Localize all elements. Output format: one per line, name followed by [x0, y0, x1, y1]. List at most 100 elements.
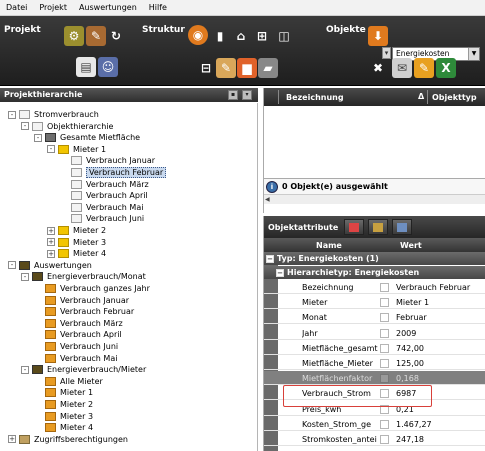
- document-icon[interactable]: ▤: [76, 57, 96, 77]
- tree-item[interactable]: - Gesamte Mietfläche: [34, 132, 140, 143]
- tree-item[interactable]: Verbrauch März: [34, 318, 123, 329]
- folder-gray-icon[interactable]: ▰: [258, 58, 278, 78]
- tree-item[interactable]: + Mieter 3: [47, 237, 106, 248]
- column-bezeichnung[interactable]: Bezeichnung: [286, 93, 344, 102]
- collapse-icon[interactable]: −: [276, 268, 284, 277]
- attribute-value[interactable]: Mieter 1: [396, 298, 429, 307]
- menu-hilfe[interactable]: Hilfe: [143, 3, 173, 12]
- attribute-checkbox[interactable]: [380, 404, 389, 414]
- collapse-icon[interactable]: -: [21, 365, 29, 374]
- tree-item[interactable]: - Mieter 1: [47, 144, 106, 155]
- tree-item[interactable]: Verbrauch Juni: [34, 341, 118, 352]
- chevron-down-icon[interactable]: ▼: [468, 48, 479, 60]
- attribute-value[interactable]: 2009: [396, 329, 416, 338]
- expand-icon[interactable]: +: [47, 226, 55, 235]
- tree-item[interactable]: Verbrauch Januar: [34, 295, 129, 306]
- tree-item[interactable]: - Objekthierarchie: [21, 121, 113, 132]
- tree-item[interactable]: Verbrauch Februar: [60, 167, 167, 178]
- scroll-left-icon[interactable]: ◀: [265, 196, 273, 204]
- tree-item[interactable]: + Mieter 4: [47, 248, 106, 259]
- tree-item[interactable]: Mieter 3: [34, 411, 93, 422]
- collapse-icon[interactable]: -: [8, 261, 16, 270]
- tree-item[interactable]: - Energieverbrauch/Mieter: [21, 364, 146, 375]
- attribute-row[interactable]: Kosten_Strom_ge 1.467,27: [264, 417, 485, 431]
- attribute-group-hierarchy[interactable]: − Hierarchietyp: Energiekosten: [264, 266, 485, 279]
- tree-item[interactable]: Verbrauch März: [60, 179, 149, 190]
- attribute-checkbox[interactable]: [380, 389, 389, 399]
- tree-item[interactable]: Verbrauch April: [60, 190, 148, 201]
- expand-icon[interactable]: +: [8, 435, 16, 444]
- attribute-value[interactable]: 0,21: [396, 405, 414, 414]
- tree-item[interactable]: Verbrauch Januar: [60, 155, 155, 166]
- menu-auswertungen[interactable]: Auswertungen: [73, 3, 143, 12]
- attribute-row[interactable]: Jahr 2009: [264, 326, 485, 340]
- tree-item[interactable]: Verbrauch April: [34, 329, 122, 340]
- pin-icon[interactable]: ▪: [228, 90, 238, 100]
- attribute-value[interactable]: Verbrauch Februar: [396, 283, 470, 292]
- collapse-icon[interactable]: -: [21, 272, 29, 281]
- excel-export-icon[interactable]: X: [436, 58, 456, 78]
- expand-icon[interactable]: +: [47, 249, 55, 258]
- attribute-row[interactable]: Mietfläche_Mieter 125,00: [264, 356, 485, 370]
- collapse-icon[interactable]: -: [21, 122, 29, 131]
- house-icon[interactable]: ⌂: [231, 26, 251, 46]
- new-project-gears-icon[interactable]: ⚙: [64, 26, 84, 46]
- attribute-row[interactable]: Bezeichnung Verbrauch Februar: [264, 280, 485, 294]
- column-name[interactable]: Name: [316, 241, 342, 250]
- bar-chart-icon[interactable]: ▮: [210, 26, 230, 46]
- close-icon[interactable]: ▾: [242, 90, 252, 100]
- open-project-icon[interactable]: ✎: [86, 26, 106, 46]
- attribute-checkbox[interactable]: [380, 283, 389, 292]
- column-objekttyp[interactable]: Objekttyp: [432, 93, 477, 102]
- tree-item[interactable]: Mieter 2: [34, 399, 93, 410]
- attribute-value[interactable]: 6987: [396, 389, 416, 398]
- attribute-checkbox[interactable]: [380, 298, 389, 308]
- collapse-icon[interactable]: -: [47, 145, 55, 154]
- attribute-row[interactable]: Stromkosten_antei 247,18: [264, 432, 485, 446]
- tree-item[interactable]: - Energieverbrauch/Monat: [21, 271, 146, 282]
- attribute-value[interactable]: 125,00: [396, 359, 424, 368]
- tree-item[interactable]: Verbrauch Juni: [60, 213, 144, 224]
- tree-item[interactable]: + Mieter 2: [47, 225, 106, 236]
- mail-icon[interactable]: ✉: [392, 58, 412, 78]
- collapse-icon[interactable]: -: [8, 110, 16, 119]
- import-object-icon[interactable]: ⬇: [368, 26, 388, 46]
- attr-edit-button[interactable]: [344, 219, 364, 235]
- tree-structure-icon[interactable]: ⊟: [196, 58, 216, 78]
- expand-icon[interactable]: +: [47, 238, 55, 247]
- attribute-row[interactable]: Mietfläche_gesamt 742,00: [264, 341, 485, 355]
- collapse-icon[interactable]: −: [266, 254, 274, 263]
- attribute-row[interactable]: Monat Februar: [264, 310, 485, 325]
- tree-item[interactable]: Verbrauch ganzes Jahr: [34, 283, 150, 294]
- attribute-checkbox[interactable]: [380, 374, 389, 384]
- attr-delete-button[interactable]: [368, 219, 388, 235]
- tree-item[interactable]: Verbrauch Februar: [34, 306, 134, 317]
- grid-globe-icon[interactable]: ⊞: [252, 26, 272, 46]
- box-icon[interactable]: ◫: [274, 26, 294, 46]
- attribute-checkbox[interactable]: [380, 419, 389, 429]
- attribute-row[interactable]: Mieter Mieter 1: [264, 295, 485, 310]
- collapse-icon[interactable]: -: [34, 133, 42, 142]
- attribute-group-type[interactable]: − Typ: Energiekosten (1): [264, 252, 485, 265]
- column-wert[interactable]: Wert: [400, 241, 422, 250]
- tree-item[interactable]: - Auswertungen: [8, 260, 92, 271]
- attribute-row[interactable]: Preis_kwh 0,21: [264, 402, 485, 416]
- attribute-checkbox[interactable]: [380, 359, 389, 368]
- tools-icon[interactable]: ✖: [368, 58, 388, 78]
- attr-save-button[interactable]: [392, 219, 412, 235]
- tree-item[interactable]: - Stromverbrauch: [8, 109, 99, 120]
- attribute-value[interactable]: 1.467,27: [396, 420, 432, 429]
- attribute-checkbox[interactable]: [380, 328, 389, 338]
- tree-item[interactable]: Verbrauch Mai: [60, 202, 143, 213]
- briefcase-icon[interactable]: ▆: [237, 58, 257, 78]
- globe-icon[interactable]: ◉: [188, 25, 208, 45]
- horizontal-scrollbar[interactable]: ◀: [264, 194, 485, 204]
- attribute-value[interactable]: Februar: [396, 313, 427, 322]
- attribute-checkbox[interactable]: [380, 435, 389, 444]
- tree-item[interactable]: Mieter 1: [34, 387, 93, 398]
- sort-ascending-icon[interactable]: Δ: [418, 92, 424, 101]
- menu-projekt[interactable]: Projekt: [33, 3, 73, 12]
- folder-edit-icon[interactable]: ✎: [414, 58, 434, 78]
- users-icon[interactable]: ☺: [98, 57, 118, 77]
- attribute-checkbox[interactable]: [380, 343, 389, 353]
